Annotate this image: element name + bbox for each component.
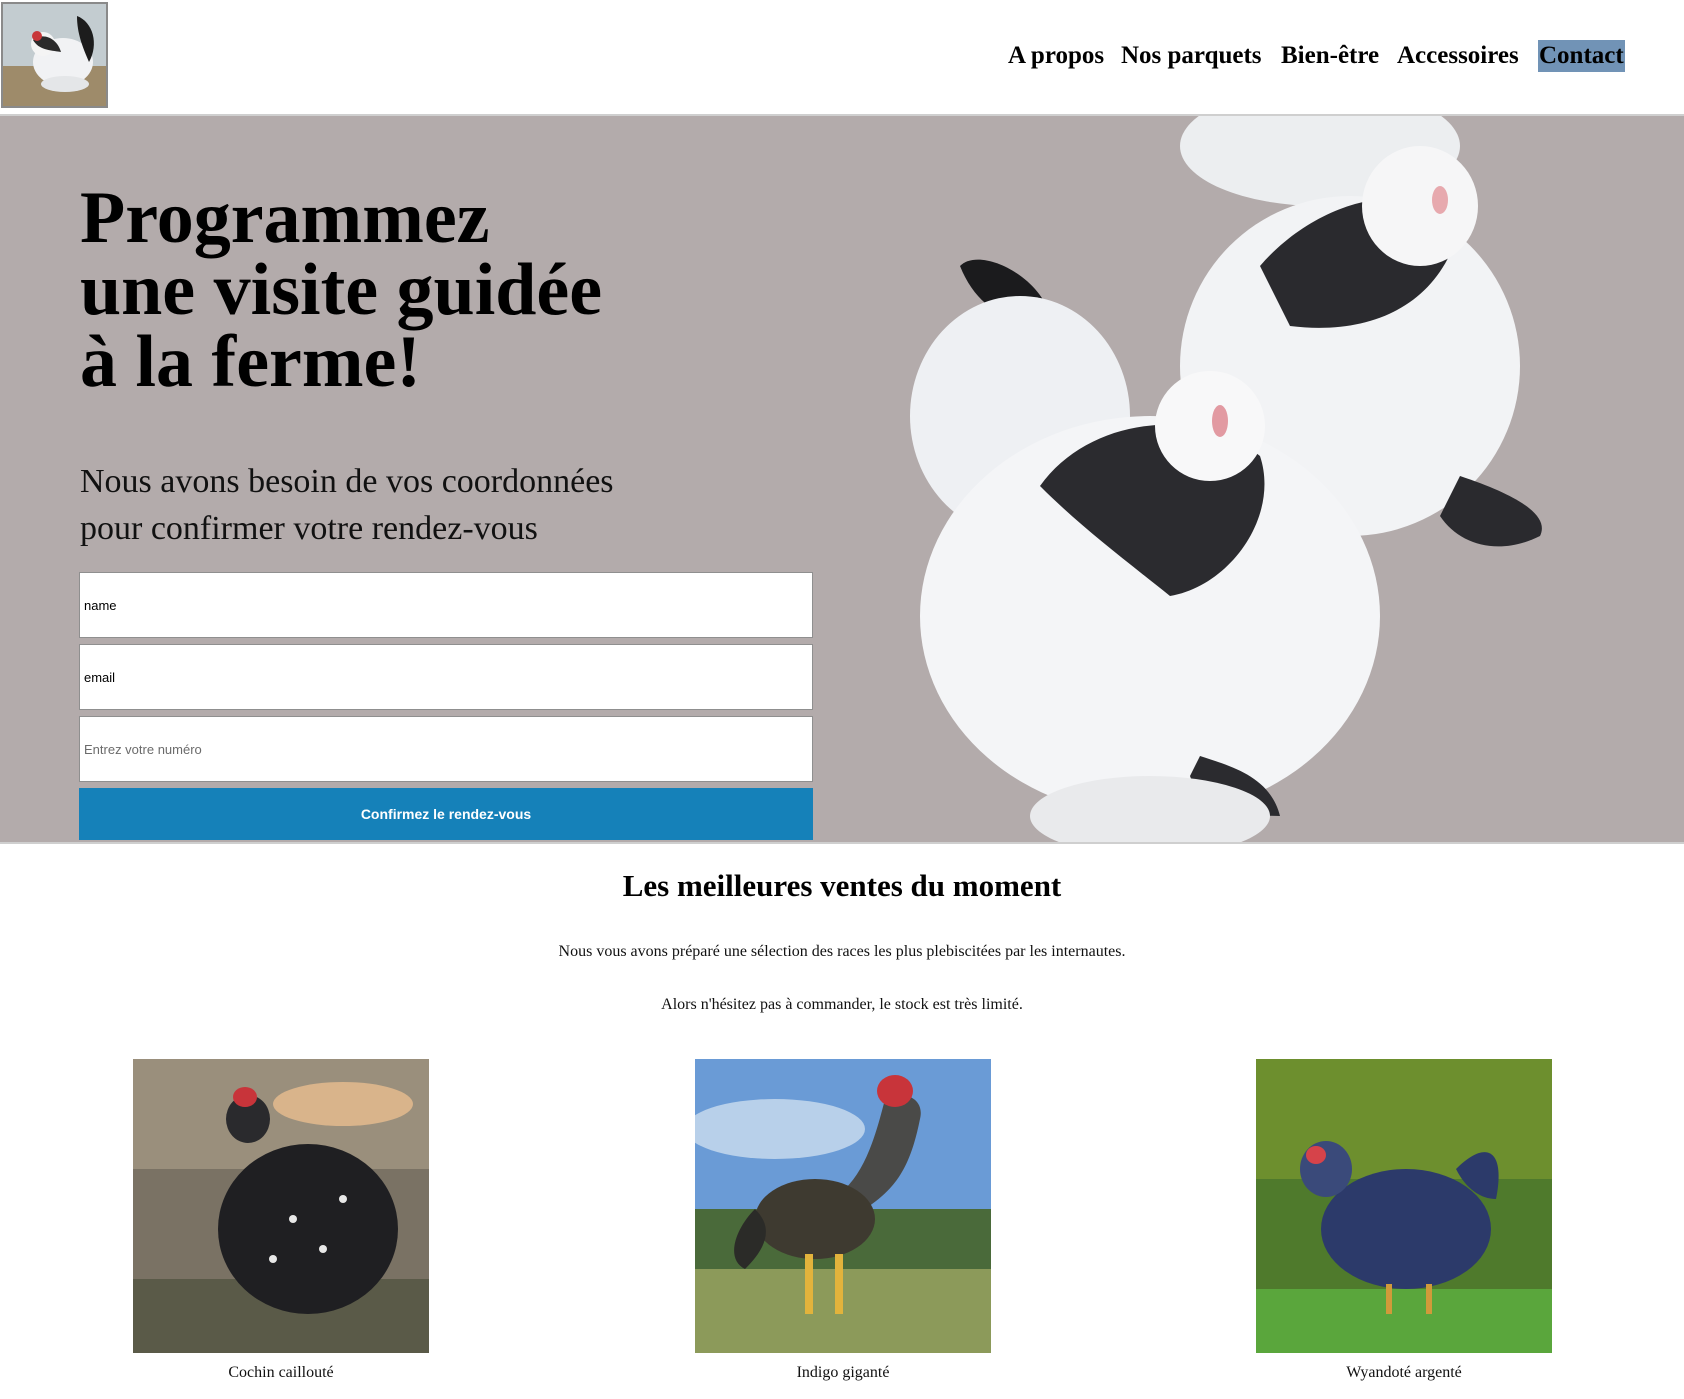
product-card[interactable]: Indigo giganté	[695, 1059, 991, 1383]
hero-section: Programmez une visite guidée à la ferme!…	[0, 114, 1684, 844]
best-sellers-title: Les meilleures ventes du moment	[622, 868, 1062, 903]
wyandotte-hen-photo[interactable]	[1256, 1059, 1552, 1353]
site-header: A propos Nos parquets Bien-être Accessoi…	[0, 0, 1684, 114]
main-nav: A propos Nos parquets Bien-être Accessoi…	[0, 0, 1684, 114]
product-card[interactable]: Cochin caillouté	[133, 1059, 429, 1383]
nav-link-nos-parquets[interactable]: Nos parquets	[1121, 40, 1262, 72]
name-field[interactable]	[79, 572, 813, 638]
nav-link-a-propos[interactable]: A propos	[1008, 40, 1104, 72]
nav-link-contact[interactable]: Contact	[1538, 40, 1625, 72]
hero-subtitle-line-2: pour confirmer votre rendez-vous	[80, 510, 538, 547]
product-name: Indigo giganté	[796, 1364, 890, 1381]
two-brahma-hens-image	[910, 116, 1542, 842]
hero-title-line-3: à la ferme!	[80, 321, 422, 403]
product-card[interactable]: Wyandoté argenté	[1256, 1059, 1552, 1383]
confirm-appointment-button[interactable]: Confirmez le rendez-vous	[79, 788, 813, 840]
email-field[interactable]	[79, 644, 813, 710]
hero-title: Programmez une visite guidée à la ferme!	[80, 177, 603, 403]
best-sellers-stock-note: Alors n'hésitez pas à commander, le stoc…	[661, 996, 1023, 1013]
hero-subtitle-line-1: Nous avons besoin de vos coordonnées	[80, 463, 614, 500]
hero-title-line-1: Programmez	[80, 177, 490, 259]
hero-title-line-2: une visite guidée	[80, 249, 603, 331]
appointment-form: Confirmez le rendez-vous	[79, 572, 813, 840]
nav-link-bien-etre[interactable]: Bien-être	[1281, 40, 1379, 72]
best-sellers-intro: Nous vous avons préparé une sélection de…	[558, 943, 1126, 960]
phone-field[interactable]	[79, 716, 813, 782]
nav-link-accessoires[interactable]: Accessoires	[1397, 40, 1519, 72]
cochin-hen-photo[interactable]	[133, 1059, 429, 1353]
indigo-rooster-photo[interactable]	[695, 1059, 991, 1353]
hero-subtitle: Nous avons besoin de vos coordonnées pou…	[80, 458, 614, 552]
product-name: Cochin caillouté	[228, 1364, 334, 1381]
product-name: Wyandoté argenté	[1346, 1364, 1462, 1381]
